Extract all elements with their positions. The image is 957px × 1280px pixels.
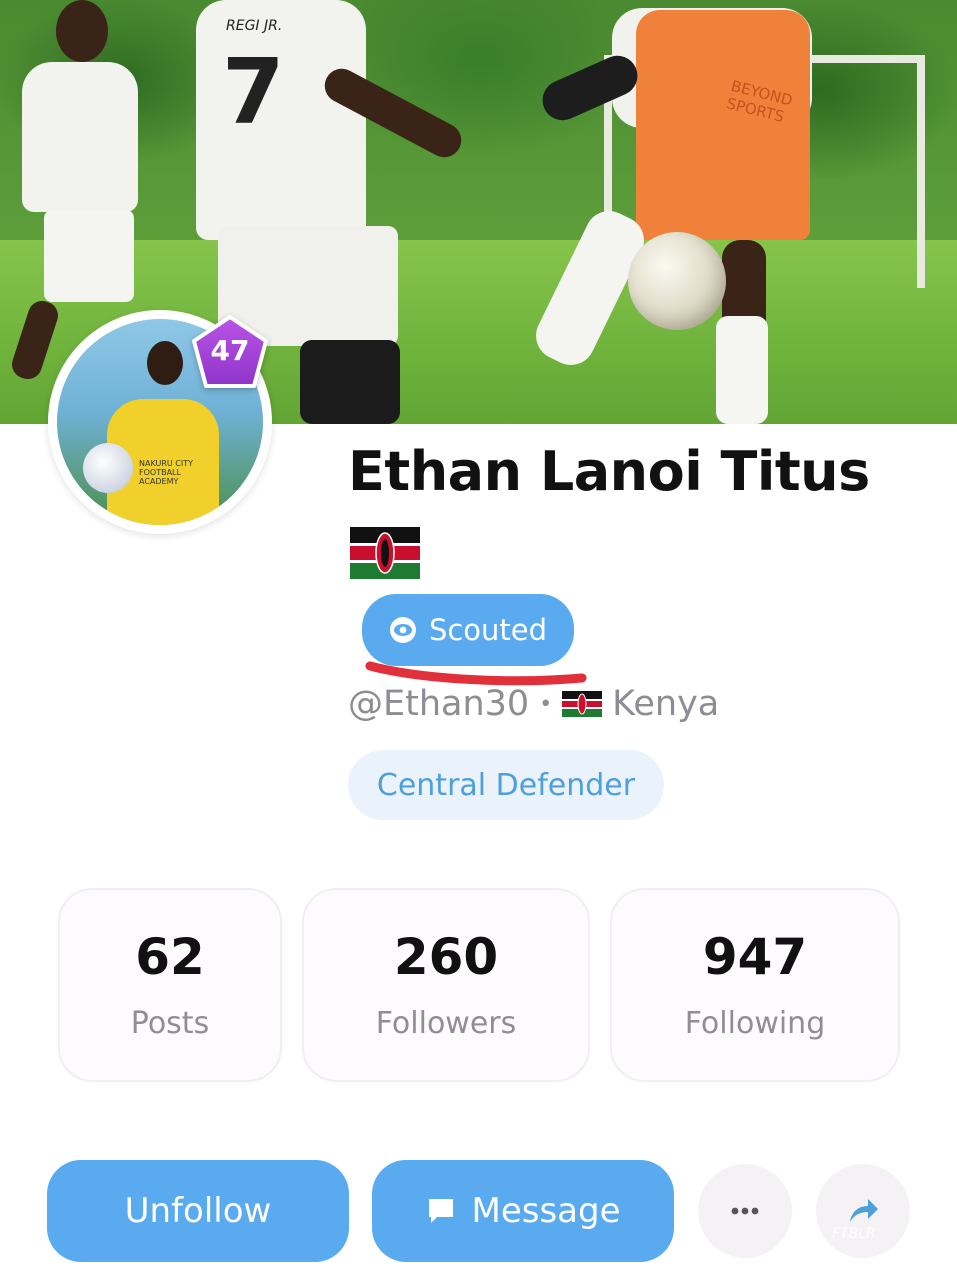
unfollow-label: Unfollow (124, 1191, 272, 1231)
username-handle: @Ethan30 (348, 684, 530, 724)
position-chip: Central Defender (348, 750, 664, 820)
cover-player-bib-sock (716, 316, 768, 424)
message-bubble-icon (429, 1199, 454, 1223)
share-button[interactable] (816, 1164, 910, 1258)
eye-icon (389, 617, 416, 643)
stat-following-value: 947 (702, 928, 808, 986)
profile-name: Ethan Lanoi Titus (348, 440, 870, 503)
stat-following[interactable]: 947 Following (610, 888, 900, 1082)
cover-player-seven-number: 7 (222, 40, 285, 145)
more-options-button[interactable] (698, 1164, 792, 1258)
unfollow-button[interactable]: Unfollow (47, 1160, 349, 1262)
avatar-head (147, 341, 183, 385)
handle-line: @Ethan30 • Kenya (348, 684, 719, 724)
kenya-flag-icon (350, 527, 420, 579)
message-button[interactable]: Message (372, 1160, 674, 1262)
cover-player-left-shorts (44, 210, 134, 302)
avatar-shirt-text: NAKURU CITY FOOTBALL ACADEMY (139, 459, 194, 486)
cover-player-left (22, 62, 138, 212)
stat-followers-label: Followers (375, 1006, 517, 1041)
message-label: Message (471, 1191, 621, 1231)
scouted-label: Scouted (428, 613, 548, 647)
watermark: FTBLR (832, 1226, 876, 1242)
stat-followers-value: 260 (393, 928, 499, 986)
stat-posts[interactable]: 62 Posts (58, 888, 282, 1082)
level-number: 47 (210, 334, 250, 367)
stat-posts-value: 62 (135, 928, 205, 986)
stat-following-label: Following (684, 1006, 826, 1041)
cover-player-seven-sock (300, 340, 400, 424)
ellipsis-icon (731, 1207, 759, 1215)
separator-dot: • (539, 691, 553, 717)
avatar-ball-icon (83, 443, 133, 493)
kenya-flag-small-icon (562, 691, 603, 717)
stat-posts-label: Posts (130, 1006, 210, 1041)
football-icon (628, 232, 726, 330)
stat-followers[interactable]: 260 Followers (302, 888, 590, 1082)
cover-player-left-head (56, 0, 108, 62)
scouted-badge[interactable]: Scouted (362, 594, 574, 666)
share-arrow-icon (850, 1199, 878, 1222)
level-badge: 47 (190, 314, 270, 392)
cover-player-seven-name: REGI JR. (226, 18, 283, 34)
position-label: Central Defender (376, 767, 636, 803)
country-name: Kenya (612, 684, 720, 724)
